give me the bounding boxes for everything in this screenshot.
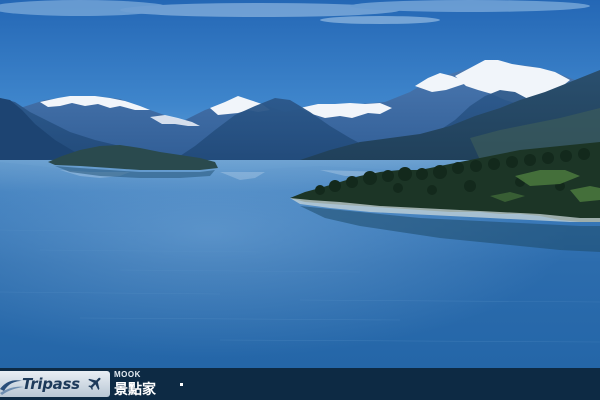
tripass-logo: Tripass [0,371,110,397]
photo-frame: Tripass MOOK 景點家 [0,0,600,400]
tripass-brand: Tripass [22,375,80,393]
mook-label: MOOK [114,370,141,379]
mook-publisher-name: 景點家 [114,382,156,398]
mook-logo: MOOK 景點家 [114,370,174,398]
lake-mountain-photo [0,0,600,368]
watermark-bar: Tripass MOOK 景點家 [0,368,600,400]
airplane-icon [88,377,101,390]
dot-mark [180,383,183,386]
